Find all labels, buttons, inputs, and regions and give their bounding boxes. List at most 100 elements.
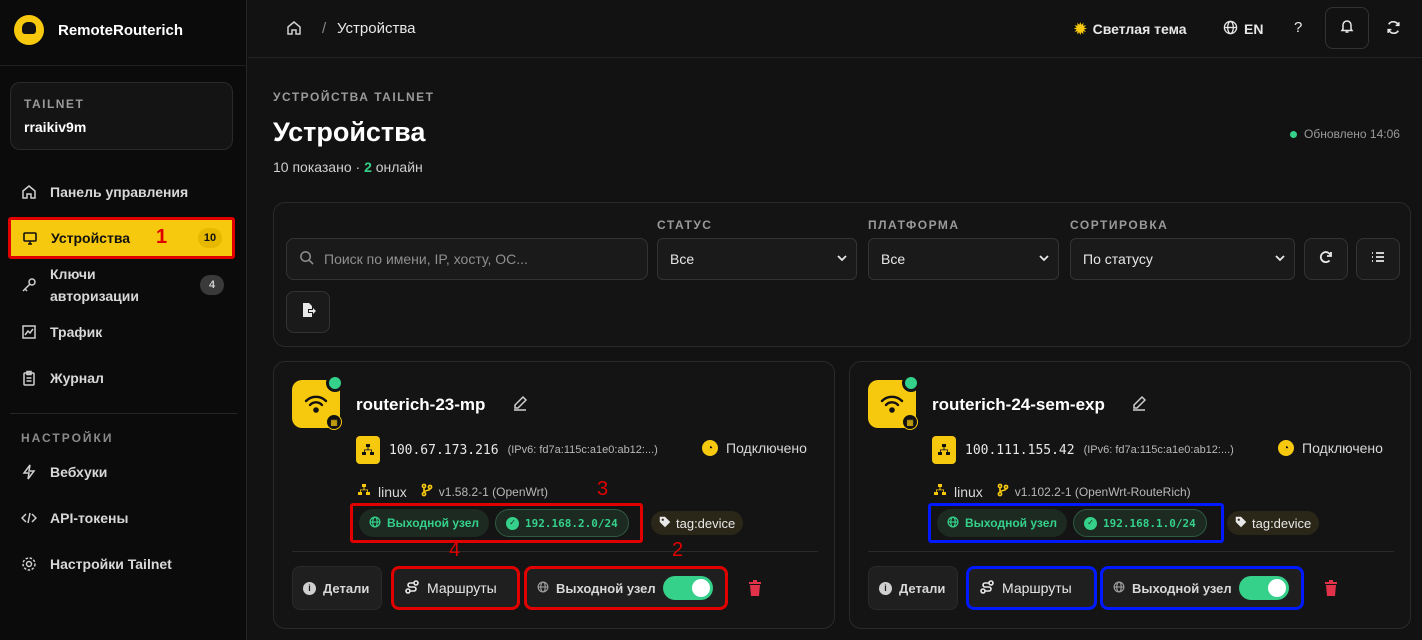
sidebar-item-label: API-токены xyxy=(50,510,129,526)
home-icon[interactable] xyxy=(286,20,302,41)
search-icon xyxy=(299,250,314,268)
sidebar-item-label: Настройки Tailnet xyxy=(50,556,172,572)
top-bar: / Устройства ✹ Светлая тема EN ? xyxy=(248,0,1422,58)
globe-icon xyxy=(537,581,549,596)
routes-button-label: Маршруты xyxy=(427,580,497,596)
device-card: ▦ routerich-23-mp 100.67.173.216 (IPv6: … xyxy=(273,361,835,629)
clock-icon: ◔ xyxy=(1278,440,1294,456)
sidebar-item-keys[interactable]: Ключи авторизации 4 xyxy=(10,264,234,306)
exit-node-toggle-label: Выходной узел xyxy=(556,580,656,596)
globe-icon xyxy=(1113,581,1125,596)
connection-status-text: Подключено xyxy=(1302,440,1383,456)
status-select-value: Все xyxy=(670,251,695,267)
help-button[interactable]: ? xyxy=(1294,19,1302,36)
chevron-down-icon xyxy=(1038,251,1050,267)
details-button[interactable]: i Детали xyxy=(292,566,382,610)
routes-button-label: Маршруты xyxy=(1002,580,1072,596)
divider xyxy=(0,65,247,66)
breadcrumb-separator: / xyxy=(322,20,327,37)
sidebar-item-label: Вебхуки xyxy=(50,464,108,480)
ipv6-address: (IPv6: fd7a:115c:a1e0:ab12:...) xyxy=(1083,444,1234,456)
online-label: онлайн xyxy=(371,159,423,175)
sidebar-item-journal[interactable]: Журнал xyxy=(10,368,234,388)
lightning-icon xyxy=(20,463,38,481)
connection-status: ◔ Подключено xyxy=(702,440,807,456)
bell-icon xyxy=(1339,18,1355,39)
subnet-route-tag: ✓ 192.168.1.0/24 xyxy=(1073,509,1207,537)
platform-select[interactable]: Все xyxy=(868,238,1059,280)
sort-select[interactable]: По статусу xyxy=(1070,238,1295,280)
details-button[interactable]: i Детали xyxy=(868,566,958,610)
platform-select-value: Все xyxy=(881,251,906,267)
ip-address[interactable]: 100.111.155.42 xyxy=(965,443,1075,458)
chart-icon xyxy=(20,323,38,341)
edit-icon[interactable] xyxy=(1131,395,1147,416)
details-button-label: Детали xyxy=(899,580,946,596)
toggle-switch[interactable] xyxy=(1238,576,1289,600)
route-icon xyxy=(979,579,995,598)
key-icon xyxy=(20,276,38,294)
device-tag: tag:device xyxy=(651,511,744,535)
tailnet-card[interactable]: TAILNET rraikiv9m xyxy=(10,82,233,150)
sidebar-item-label: Трафик xyxy=(50,324,103,340)
page-subtitle: 10 показано · 2 онлайн xyxy=(273,159,423,175)
trash-icon[interactable] xyxy=(1324,580,1338,601)
sort-label: СОРТИРОВКА xyxy=(1070,218,1169,232)
branch-icon xyxy=(997,483,1009,500)
exit-node-toggle-label: Выходной узел xyxy=(1132,580,1232,596)
device-tag-label: tag:device xyxy=(676,515,736,531)
device-name: routerich-23-mp xyxy=(356,395,486,414)
tailnet-label: TAILNET xyxy=(24,97,85,111)
brand-name: RemoteRouterich xyxy=(58,21,184,39)
refresh-icon[interactable] xyxy=(1385,19,1402,41)
routing-tags: Выходной узел ✓ 192.168.1.0/24 xyxy=(928,503,1224,543)
ip-address[interactable]: 100.67.173.216 xyxy=(389,443,499,458)
globe-icon xyxy=(1223,20,1238,38)
subnet-route-tag: ✓ 192.168.2.0/24 xyxy=(495,509,629,537)
routes-button[interactable]: Маршруты xyxy=(391,566,520,610)
exit-node-toggle[interactable]: Выходной узел xyxy=(524,566,728,610)
trash-icon[interactable] xyxy=(748,580,762,601)
language-button[interactable]: EN xyxy=(1223,20,1263,38)
sidebar-item-tailnet-settings[interactable]: Настройки Tailnet xyxy=(10,554,234,574)
device-card: ▦ routerich-24-sem-exp 100.111.155.42 (I… xyxy=(849,361,1411,629)
ip-row: 100.111.155.42 (IPv6: fd7a:115c:a1e0:ab1… xyxy=(932,436,1234,464)
sidebar-item-label: Журнал xyxy=(50,370,104,386)
connection-status: ◔ Подключено xyxy=(1278,440,1383,456)
refresh-button[interactable] xyxy=(1304,238,1348,280)
divider xyxy=(292,551,818,552)
subnet-route: 192.168.1.0/24 xyxy=(1103,516,1196,530)
sidebar-item-dashboard[interactable]: Панель управления xyxy=(10,182,234,202)
sidebar-item-traffic[interactable]: Трафик xyxy=(10,322,234,342)
sidebar-item-devices[interactable]: Устройства 1 10 xyxy=(8,217,235,259)
export-button[interactable] xyxy=(286,291,330,333)
exit-node-toggle[interactable]: Выходной узел xyxy=(1100,566,1304,610)
brand[interactable]: RemoteRouterich xyxy=(14,15,183,45)
devices-count-badge: 10 xyxy=(198,228,222,248)
toggle-switch[interactable] xyxy=(662,576,713,600)
branch-icon xyxy=(421,483,433,500)
tag-icon xyxy=(659,516,671,531)
sidebar-item-webhooks[interactable]: Вебхуки xyxy=(10,462,234,482)
refresh-icon xyxy=(1318,249,1334,270)
sidebar-item-api-tokens[interactable]: API-токены xyxy=(10,508,234,528)
list-view-button[interactable] xyxy=(1356,238,1400,280)
device-name: routerich-24-sem-exp xyxy=(932,395,1105,414)
tailnet-name: rraikiv9m xyxy=(24,119,87,135)
network-icon xyxy=(356,483,372,500)
online-status-icon xyxy=(326,374,344,392)
notifications-button[interactable] xyxy=(1325,7,1369,49)
routes-button[interactable]: Маршруты xyxy=(966,566,1097,610)
subnet-route: 192.168.2.0/24 xyxy=(525,516,618,530)
search-input[interactable]: Поиск по имени, IP, хосту, ОС... xyxy=(286,238,648,280)
theme-toggle-button[interactable]: ✹ Светлая тема xyxy=(1074,20,1187,38)
last-updated: Обновлено 14:06 xyxy=(1290,127,1400,141)
tag-icon xyxy=(1235,516,1247,531)
device-tag: tag:device xyxy=(1227,511,1320,535)
chevron-down-icon xyxy=(1274,251,1286,267)
network-icon: ▦ xyxy=(902,414,918,430)
exit-node-tag: Выходной узел xyxy=(937,509,1067,537)
sort-select-value: По статусу xyxy=(1083,251,1153,267)
edit-icon[interactable] xyxy=(512,395,528,416)
status-select[interactable]: Все xyxy=(657,238,857,280)
